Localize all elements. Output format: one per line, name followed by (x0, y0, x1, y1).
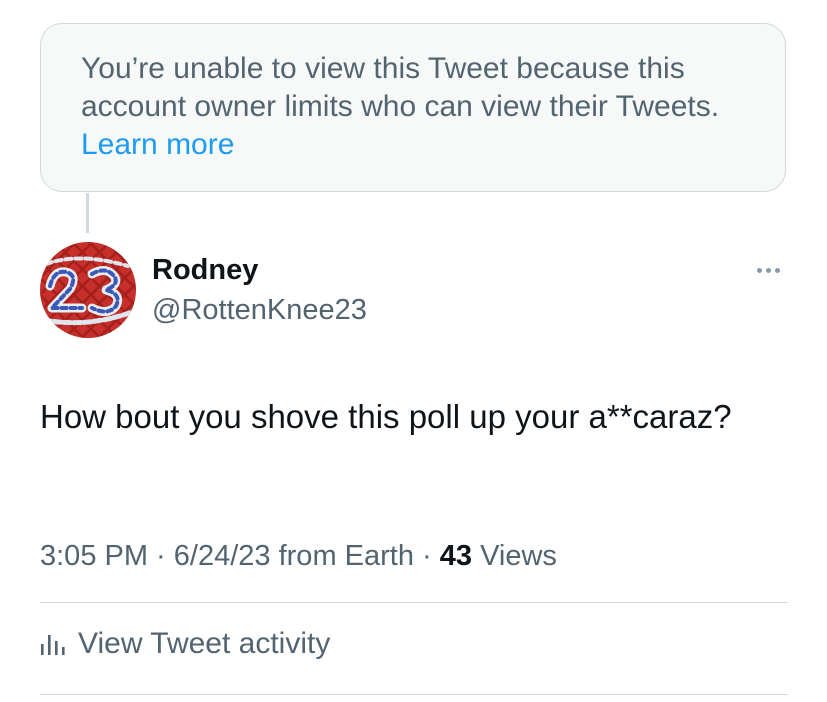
notice-text: You’re unable to view this Tweet because… (81, 50, 747, 164)
author-name[interactable]: Rodney (152, 252, 258, 288)
tweet-time[interactable]: 3:05 PM (40, 540, 148, 572)
view-tweet-activity-label: View Tweet activity (78, 627, 331, 660)
restricted-tweet-notice: You’re unable to view this Tweet because… (40, 23, 786, 192)
tweet-metadata: 3:05 PM · 6/24/23 from Earth · 43 Views (40, 538, 557, 574)
more-dot-icon (774, 267, 780, 273)
learn-more-link[interactable]: Learn more (81, 128, 234, 161)
views-count: 43 (439, 540, 473, 572)
tweet-text: How bout you shove this poll up your a**… (40, 398, 732, 435)
more-dot-icon (765, 267, 771, 273)
tweet-date-source[interactable]: 6/24/23 from Earth (174, 540, 414, 572)
avatar-red-chain-23-icon (40, 242, 136, 338)
views-label: Views (472, 540, 557, 572)
avatar[interactable] (40, 242, 136, 338)
notice-message: You’re unable to view this Tweet because… (81, 52, 720, 123)
view-tweet-activity-button[interactable]: View Tweet activity (40, 624, 330, 664)
meta-separator: · (148, 540, 174, 572)
meta-separator: · (413, 540, 440, 572)
more-options-button[interactable] (748, 258, 788, 282)
divider (40, 602, 788, 603)
more-dot-icon (756, 267, 762, 273)
author-handle[interactable]: @RottenKnee23 (152, 292, 367, 328)
bar-chart-icon (41, 635, 65, 655)
thread-connector-line (86, 193, 89, 233)
divider (40, 694, 788, 695)
